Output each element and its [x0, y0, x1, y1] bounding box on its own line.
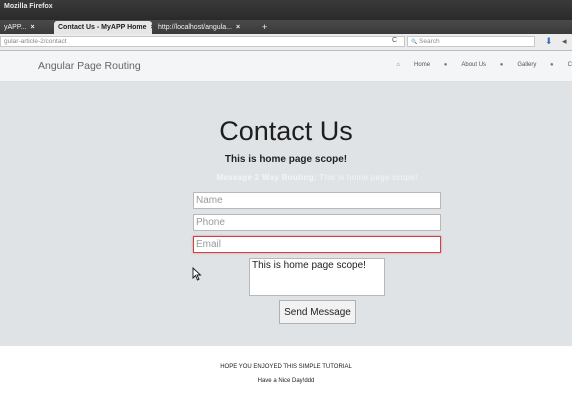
close-icon[interactable]: × — [236, 24, 240, 31]
app-navbar: Angular Page Routing ⌂ Home ● About Us ● Ga… — [0, 51, 572, 82]
send-message-button[interactable]: Send Message — [279, 300, 356, 324]
tab-label: Contact Us - MyAPP Home — [58, 24, 147, 31]
two-way-value: This is home page scope! — [319, 173, 418, 182]
phone-field[interactable] — [193, 214, 441, 231]
message-textarea[interactable]: This is home page scope! — [249, 258, 385, 296]
tab-strip: yAPP...× Contact Us - MyAPP Home× http:/… — [0, 20, 572, 34]
name-field[interactable] — [193, 192, 441, 209]
page-title: Contact Us — [219, 116, 353, 146]
tab-label: http://localhost/angula... — [158, 24, 232, 31]
tab-localhost[interactable]: http://localhost/angula... × — [154, 21, 258, 34]
window-title-bar: Mozilla Firefox — [0, 0, 572, 20]
nav-gallery-label: Gallery — [517, 62, 537, 68]
new-tab-button[interactable]: + — [262, 21, 267, 34]
nav-about-label: About Us — [461, 62, 487, 68]
image-icon: ● — [499, 62, 504, 68]
nav-contact-label: C — [567, 62, 572, 68]
close-icon[interactable]: × — [30, 24, 34, 31]
home-icon: ⌂ — [396, 62, 401, 68]
download-icon[interactable]: ⬇ — [545, 36, 553, 47]
two-way-binding-text: Message 2 Way Routing: This is home page… — [192, 173, 442, 182]
tab-label: yAPP... — [4, 24, 27, 31]
nav-links: ⌂ Home ● About Us ● Gallery ● C — [384, 62, 572, 68]
nav-about-us[interactable]: ● About Us — [444, 62, 486, 68]
window-title: Mozilla Firefox — [4, 3, 53, 10]
tab-myapp[interactable]: yAPP... × — [0, 21, 52, 34]
footer-signoff: Have a Nice Day!ddd — [257, 378, 315, 384]
nav-contact[interactable]: ● C — [550, 62, 572, 68]
nav-home[interactable]: ⌂ Home — [396, 62, 430, 68]
search-icon: 🔍 — [411, 39, 418, 45]
close-icon[interactable]: × — [151, 24, 152, 31]
main-content: Contact Us This is home page scope! Mess… — [0, 82, 572, 346]
search-bar[interactable]: 🔍 Search — [407, 36, 535, 47]
navigation-bar: gular-article-2/contact C 🔍 Search ⬇ ◂ — [0, 34, 572, 51]
nav-gallery[interactable]: ● Gallery — [500, 62, 537, 68]
tab-contact-us[interactable]: Contact Us - MyAPP Home × — [54, 21, 152, 34]
comment-icon: ● — [550, 62, 554, 68]
info-icon: ● — [443, 62, 448, 68]
scope-text: This is home page scope! — [224, 154, 348, 165]
footer: HOPE YOU ENJOYED THIS SIMPLE TUTORIAL Ha… — [0, 346, 572, 396]
footer-message: HOPE YOU ENJOYED THIS SIMPLE TUTORIAL — [220, 364, 352, 370]
reload-icon[interactable]: C — [392, 37, 397, 44]
nav-home-label: Home — [414, 62, 431, 68]
search-placeholder: Search — [419, 38, 440, 45]
email-field[interactable] — [193, 236, 441, 253]
two-way-label: Message 2 Way Routing: — [216, 173, 317, 182]
url-bar[interactable]: gular-article-2/contact — [0, 36, 405, 47]
brand-link[interactable]: Angular Page Routing — [38, 60, 141, 72]
overflow-icon[interactable]: ◂ — [562, 36, 567, 47]
